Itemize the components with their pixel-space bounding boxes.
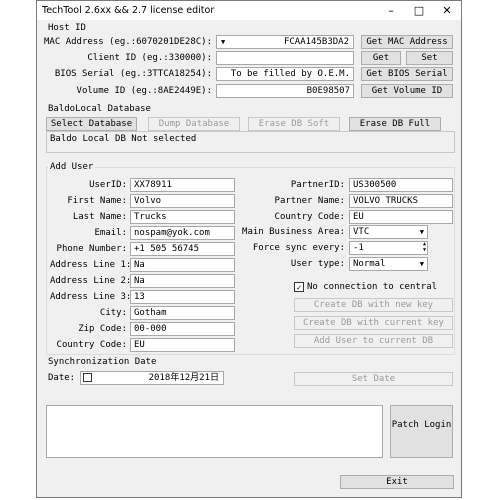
- address-line-3-label: Address Line 3:: [50, 292, 132, 302]
- address-line-1-label: Address Line 1:: [50, 260, 132, 270]
- address-line-2-label: Address Line 2:: [50, 276, 132, 286]
- minimize-icon[interactable]: –: [377, 2, 405, 19]
- email-label: Email:: [94, 228, 127, 238]
- date-value: 2018年12月21日: [148, 373, 219, 383]
- mac-label: MAC Address (eg.:6070201DE28C):: [44, 37, 212, 47]
- userid-label: UserID:: [89, 180, 127, 190]
- baldo-status-box: Baldo Local DB Not selected: [46, 131, 455, 153]
- address-line-3-input[interactable]: 13: [130, 290, 235, 304]
- baldo-section-title: BaldoLocal Database: [48, 104, 151, 114]
- force-sync-spinner[interactable]: -1 ▲ ▼: [349, 241, 428, 255]
- user-type-label: User type:: [290, 259, 345, 269]
- partner-name-label: Partner Name:: [274, 196, 345, 206]
- get-client-id-button[interactable]: Get: [361, 51, 401, 65]
- log-output-box[interactable]: [46, 405, 383, 458]
- partnerid-label: PartnerID:: [290, 180, 345, 190]
- date-label: Date:: [48, 373, 76, 383]
- userid-input[interactable]: XX78911: [130, 178, 235, 192]
- phone-label: Phone Number:: [56, 244, 127, 254]
- erase-db-full-button[interactable]: Erase DB Full: [349, 117, 441, 131]
- volume-id-input[interactable]: B0E98507: [216, 84, 354, 98]
- dropdown-arrow-icon: ▼: [221, 38, 226, 46]
- set-client-id-button[interactable]: Set: [406, 51, 453, 65]
- main-business-area-value: VTC: [353, 227, 370, 237]
- zip-code-input[interactable]: 00-000: [130, 322, 235, 336]
- select-database-button[interactable]: Select Database: [46, 117, 137, 131]
- partner-name-input[interactable]: VOLVO TRUCKS: [349, 194, 453, 208]
- erase-db-soft-button[interactable]: Erase DB Soft: [248, 117, 340, 131]
- exit-button[interactable]: Exit: [340, 475, 454, 489]
- partner-country-code-label: Country Code:: [274, 212, 345, 222]
- user-type-select[interactable]: Normal ▼: [349, 257, 428, 271]
- baldo-status-text: Baldo Local DB Not selected: [50, 134, 197, 144]
- chevron-down-icon: ▼: [419, 228, 424, 236]
- no-connection-label: No connection to central: [307, 282, 438, 292]
- get-mac-address-button[interactable]: Get MAC Address: [361, 35, 453, 49]
- country-code-input[interactable]: EU: [130, 338, 235, 352]
- city-input[interactable]: Gotham: [130, 306, 235, 320]
- sync-section-title: Synchronization Date: [48, 357, 157, 367]
- date-checkbox[interactable]: [83, 373, 92, 382]
- chevron-down-icon: ▼: [419, 260, 424, 268]
- title-bar: TechTool 2.6xx && 2.7 license editor – □…: [37, 1, 461, 20]
- patch-login-button[interactable]: Patch Login: [390, 405, 453, 458]
- zip-code-label: Zip Code:: [78, 324, 127, 334]
- country-code-label: Country Code:: [56, 340, 127, 350]
- add-user-current-db-button[interactable]: Add User to current DB: [294, 334, 453, 348]
- force-sync-value: -1: [353, 243, 364, 253]
- main-business-area-label: Main Business Area:: [242, 227, 345, 237]
- partner-country-code-input[interactable]: EU: [349, 210, 453, 224]
- maximize-icon[interactable]: □: [405, 2, 433, 19]
- create-db-current-key-button[interactable]: Create DB with current key: [294, 316, 453, 330]
- city-label: City:: [99, 308, 127, 318]
- last-name-input[interactable]: Trucks: [130, 210, 235, 224]
- phone-input[interactable]: +1 505 56745: [130, 242, 235, 256]
- first-name-label: First Name:: [67, 196, 127, 206]
- bios-serial-input[interactable]: To be filled by O.E.M.: [216, 67, 354, 81]
- partnerid-input[interactable]: US300500: [349, 178, 453, 192]
- first-name-input[interactable]: Volvo: [130, 194, 235, 208]
- address-line-2-input[interactable]: Na: [130, 274, 235, 288]
- close-icon[interactable]: ✕: [433, 2, 461, 19]
- client-id-input[interactable]: [216, 51, 354, 65]
- window-title: TechTool 2.6xx && 2.7 license editor: [42, 5, 215, 16]
- address-line-1-input[interactable]: Na: [130, 258, 235, 272]
- dump-database-button[interactable]: Dump Database: [148, 117, 240, 131]
- create-db-new-key-button[interactable]: Create DB with new key: [294, 298, 453, 312]
- host-id-section-title: Host ID: [48, 23, 86, 33]
- volume-id-label: Volume ID (eg.:8AE2449E):: [76, 86, 212, 96]
- bios-serial-label: BIOS Serial (eg.:3TTCA18254):: [54, 69, 212, 79]
- add-user-section-title: Add User: [48, 162, 96, 172]
- get-volume-id-button[interactable]: Get Volume ID: [361, 84, 453, 98]
- spinner-arrows-icon[interactable]: ▲ ▼: [423, 242, 426, 253]
- get-bios-serial-button[interactable]: Get BIOS Serial: [361, 67, 453, 81]
- date-picker[interactable]: 2018年12月21日: [80, 371, 224, 385]
- client-id-label: Client ID (eg.:330000):: [87, 53, 212, 63]
- email-input[interactable]: nospam@yok.com: [130, 226, 235, 240]
- set-date-button[interactable]: Set Date: [294, 372, 453, 386]
- force-sync-label: Force sync every:: [252, 243, 345, 253]
- mac-address-value: FCAA145B3DA2: [283, 37, 349, 47]
- main-business-area-select[interactable]: VTC ▼: [349, 225, 428, 239]
- user-type-value: Normal: [353, 259, 386, 269]
- no-connection-checkbox[interactable]: ✓: [294, 282, 304, 292]
- mac-address-select[interactable]: ▼ FCAA145B3DA2: [216, 35, 354, 49]
- last-name-label: Last Name:: [72, 212, 127, 222]
